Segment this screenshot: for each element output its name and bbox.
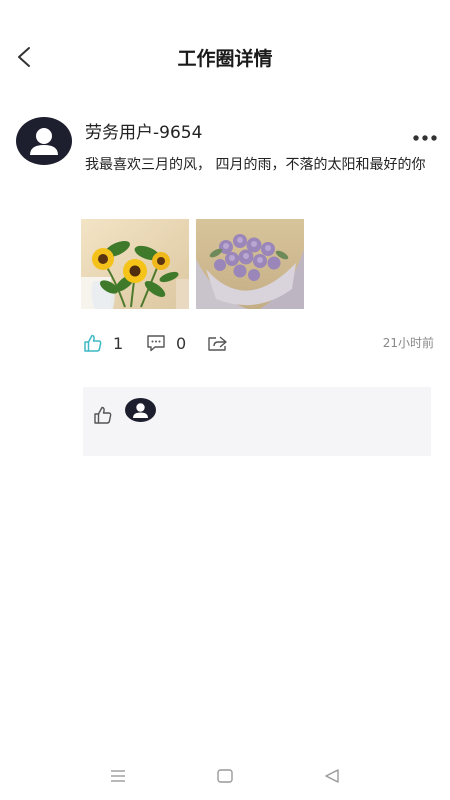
share-icon — [208, 336, 227, 351]
page-title: 工作圈详情 — [177, 48, 273, 70]
more-button[interactable] — [412, 127, 438, 141]
comment-icon — [147, 335, 165, 352]
purple-roses-photo[interactable] — [196, 219, 304, 309]
author-avatar[interactable] — [16, 117, 72, 165]
post-time: 21小时前 — [382, 336, 434, 350]
likes-panel — [83, 387, 431, 456]
like-count: 1 — [113, 333, 124, 353]
nav-home-button[interactable] — [213, 764, 237, 788]
system-nav-bar — [0, 760, 450, 794]
author-name[interactable]: 劳务用户-9654 — [85, 118, 202, 143]
liker-avatar[interactable] — [125, 398, 156, 422]
like-button[interactable]: 1 — [83, 330, 123, 356]
comment-button[interactable]: 0 — [146, 330, 186, 356]
home-square-icon — [217, 769, 233, 783]
post-text: 我最喜欢三月的风， 四月的雨，不落的太阳和最好的你 — [85, 157, 426, 173]
sunflowers-photo[interactable] — [81, 219, 189, 309]
default-avatar-icon — [133, 403, 148, 418]
comment-count: 0 — [176, 333, 187, 353]
menu-icon — [111, 770, 125, 782]
default-avatar-icon — [30, 128, 58, 155]
back-triangle-icon — [325, 769, 339, 783]
post-actions: 1 0 21小时前 — [0, 330, 450, 356]
share-button[interactable] — [207, 330, 229, 356]
nav-back-button[interactable] — [320, 764, 344, 788]
nav-menu-button[interactable] — [106, 764, 130, 788]
app-header: 工作圈详情 — [0, 30, 450, 84]
more-dots-icon — [413, 135, 437, 141]
thumbs-up-icon — [84, 334, 102, 352]
thumbs-up-icon — [93, 405, 113, 429]
